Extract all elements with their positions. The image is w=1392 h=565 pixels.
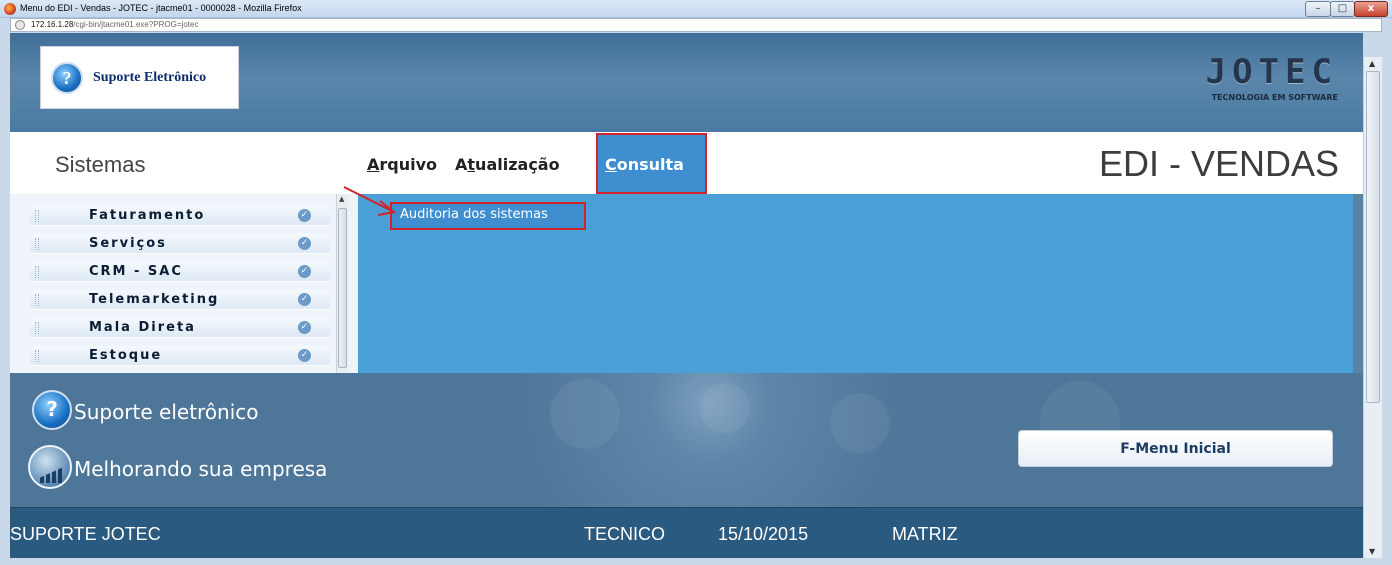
content-area: Auditoria dos sistemas [358,194,1353,373]
status-bar: SUPORTE JOTEC TECNICO 15/10/2015 MATRIZ [10,507,1363,558]
window-title: Menu do EDI - Vendas - JOTEC - jtacme01 … [20,3,302,13]
menu-atualizacao-rest: ualização [475,155,560,174]
menu-consulta[interactable]: Consulta [596,133,707,194]
sidebar-item-label: Mala Direta [89,320,196,335]
page: ? Suporte Eletrônico JOTEC TECNOLOGIA EM… [10,33,1363,558]
help-icon: ? [51,62,83,94]
url-host: 172.16.1.28 [31,20,74,29]
check-circle-icon: ✓ [298,237,311,250]
maximize-button[interactable]: □ [1330,1,1355,17]
support-logo[interactable]: ? Suporte Eletrônico [40,46,239,109]
sidebar-item-estoque[interactable]: Estoque ✓ [30,346,330,366]
status-role: TECNICO [584,524,665,544]
url-text: 172.16.1.28/cgi-bin/jtacme01.exe?PROG=jo… [31,20,198,29]
close-button[interactable]: x [1354,1,1388,17]
promo-line-1: Suporte eletrônico [74,400,259,424]
sidebar-item-faturamento[interactable]: Faturamento ✓ [30,206,330,226]
sidebar-item-telemarketing[interactable]: Telemarketing ✓ [30,290,330,310]
check-circle-icon: ✓ [298,265,311,278]
submenu-item-auditoria[interactable]: Auditoria dos sistemas [390,202,586,230]
menu-consulta-rest: onsulta [616,155,684,174]
status-branch: MATRIZ [892,524,958,544]
help-icon: ? [32,390,72,430]
check-circle-icon: ✓ [298,293,311,306]
growth-chart-icon [28,445,72,489]
menu-arquivo-accesskey: A [367,155,380,174]
arrow-line [343,186,393,212]
support-logo-label: Suporte Eletrônico [93,70,207,85]
scroll-down-icon[interactable]: ▼ [1369,547,1375,556]
sidebar-item-servicos[interactable]: Serviços ✓ [30,234,330,254]
menu-atualizacao-accesskey: t [467,155,476,174]
status-date: 15/10/2015 [718,524,809,544]
annotation-arrow [343,186,397,216]
menu-consulta-accesskey: C [605,155,617,174]
sidebar: Faturamento ✓ Serviços ✓ CRM - SAC ✓ Tel… [10,194,358,373]
sidebar-item-label: Telemarketing [89,292,220,307]
firefox-icon [4,3,16,15]
sidebar-item-mala-direta[interactable]: Mala Direta ✓ [30,318,330,338]
sidebar-item-crm-sac[interactable]: CRM - SAC ✓ [30,262,330,282]
grip-icon [35,266,39,278]
sidebar-item-label: Estoque [89,348,163,363]
decor-bubble [700,383,750,433]
sidebar-item-label: CRM - SAC [89,264,183,279]
jotec-logo: JOTEC TECNOLOGIA EM SOFTWARE [1148,53,1338,113]
page-scroll-thumb[interactable] [1366,71,1380,403]
page-scrollbar[interactable]: ▲ ▼ [1363,57,1382,558]
promo-band: ? Suporte eletrônico Melhorando sua empr… [10,373,1363,507]
menu-arquivo-rest: rquivo [379,155,438,174]
grip-icon [35,322,39,334]
check-circle-icon: ✓ [298,209,311,222]
sidebar-item-label: Faturamento [89,208,206,223]
sidebar-item-label: Serviços [89,236,167,251]
globe-icon [15,20,25,30]
header: ? Suporte Eletrônico JOTEC TECNOLOGIA EM… [10,33,1363,132]
sidebar-header: Sistemas [10,132,358,194]
window-titlebar: Menu do EDI - Vendas - JOTEC - jtacme01 … [0,0,1392,18]
sidebar-scroll-thumb[interactable] [338,208,347,368]
sidebar-title: Sistemas [55,152,146,177]
growth-bars [40,466,64,483]
status-user: SUPORTE JOTEC [10,524,161,544]
menu-atualizacao[interactable]: Atualização [455,155,560,174]
check-circle-icon: ✓ [298,349,311,362]
menu-arquivo[interactable]: Arquivo [367,155,437,174]
grip-icon [35,210,39,222]
promo-line-2: Melhorando sua empresa [74,457,328,481]
main-menu-button[interactable]: F-Menu Inicial [1018,430,1333,467]
menu-atualizacao-first: A [455,155,468,174]
minimize-button[interactable]: – [1305,1,1331,17]
menu-bar: Arquivo Atualização Consulta EDI - VENDA… [358,132,1363,194]
jotec-tagline: TECNOLOGIA EM SOFTWARE [1211,93,1338,102]
url-path: /cgi-bin/jtacme01.exe?PROG=jotec [73,20,199,29]
grip-icon [35,238,39,250]
decor-bubble [830,393,890,453]
scroll-up-icon[interactable]: ▲ [1369,59,1375,68]
decor-bubble [550,379,620,449]
module-title: EDI - VENDAS [1098,143,1339,184]
url-bar[interactable]: 172.16.1.28/cgi-bin/jtacme01.exe?PROG=jo… [10,18,1382,32]
grip-icon [35,294,39,306]
check-circle-icon: ✓ [298,321,311,334]
jotec-brand: JOTEC [1205,52,1338,92]
grip-icon [35,350,39,362]
